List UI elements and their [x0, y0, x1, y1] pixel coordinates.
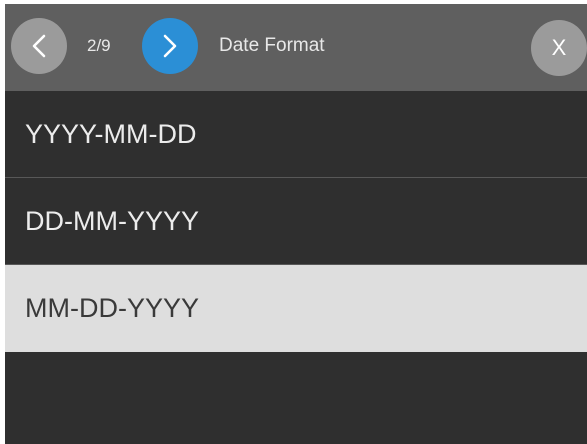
chevron-right-icon — [163, 34, 177, 58]
option-mm-dd-yyyy[interactable]: MM-DD-YYYY — [5, 265, 587, 352]
option-yyyy-mm-dd[interactable]: YYYY-MM-DD — [5, 91, 587, 178]
close-button[interactable]: X — [531, 20, 587, 76]
chevron-left-icon — [32, 34, 46, 58]
header-bar: 2/9 Date Format X — [5, 4, 587, 91]
date-format-screen: 2/9 Date Format X YYYY-MM-DD DD-MM-YYYY … — [5, 4, 587, 444]
page-counter: 2/9 — [87, 36, 111, 55]
previous-button[interactable] — [11, 18, 67, 74]
option-dd-mm-yyyy[interactable]: DD-MM-YYYY — [5, 178, 587, 265]
next-button[interactable] — [142, 18, 198, 74]
page-title: Date Format — [219, 35, 325, 56]
date-format-options: YYYY-MM-DD DD-MM-YYYY MM-DD-YYYY — [5, 91, 587, 352]
close-icon: X — [551, 35, 567, 60]
